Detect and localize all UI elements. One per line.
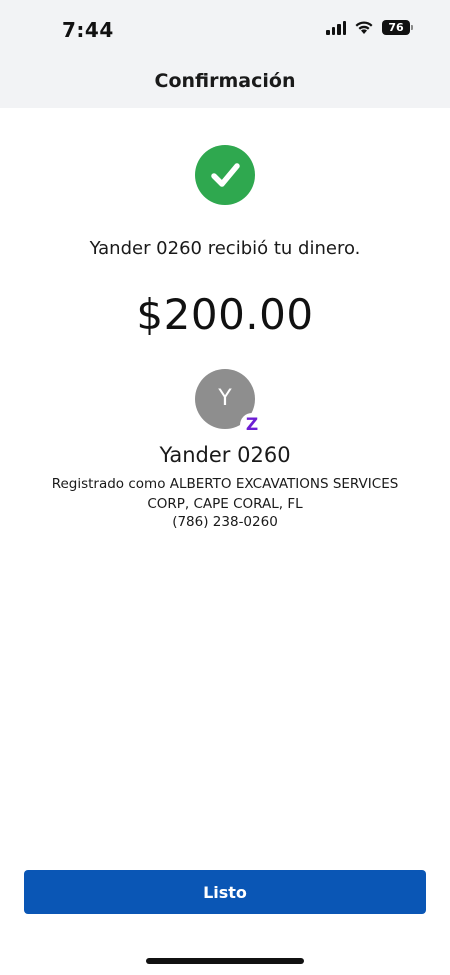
page-title: Confirmación <box>154 70 296 92</box>
zelle-icon: Z <box>240 413 264 437</box>
confirmation-message: Yander 0260 recibió tu dinero. <box>89 238 361 259</box>
signal-icon <box>326 20 346 35</box>
confirmation-screen: 7:44 76 Confirmación Yander 0260 recibió… <box>0 0 450 975</box>
status-time: 7:44 <box>62 18 114 42</box>
recipient-name: Yander 0260 <box>159 443 291 467</box>
recipient-phone: (786) 238-0260 <box>172 514 278 530</box>
header-bar: 7:44 76 Confirmación <box>0 0 450 108</box>
battery-icon: 76 <box>382 20 413 35</box>
recipient-registration: Registrado como ALBERTO EXCAVATIONS SERV… <box>51 476 399 512</box>
wifi-icon <box>355 21 373 34</box>
checkmark-circle-icon <box>195 145 255 205</box>
checkmark-icon <box>211 163 240 187</box>
done-button[interactable]: Listo <box>24 870 426 914</box>
home-indicator <box>146 958 304 964</box>
status-icons: 76 <box>326 20 413 35</box>
amount-sent: $200.00 <box>136 290 314 339</box>
